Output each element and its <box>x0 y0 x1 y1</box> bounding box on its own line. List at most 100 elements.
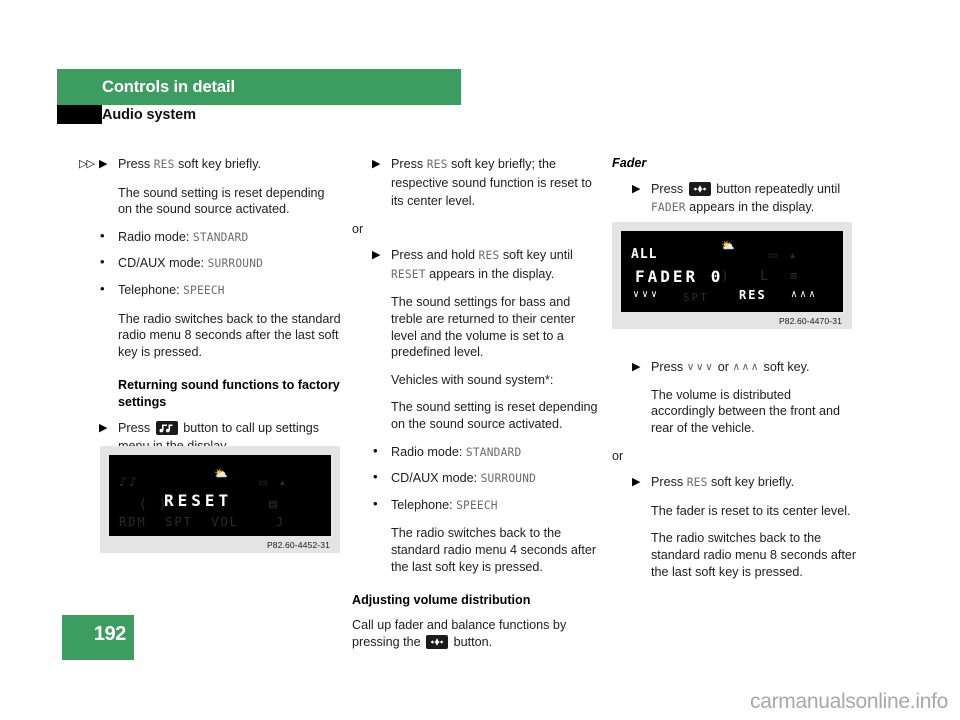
bullet-lcd-value: SPEECH <box>183 283 225 297</box>
section-title: Audio system <box>102 107 196 123</box>
step-text: Press RES soft key briefly. <box>651 475 794 489</box>
lcd-token-res: RES <box>686 476 708 490</box>
display-ghost-segments: ) L ≡ <box>721 269 800 284</box>
middle-column: ▶ Press RES soft key briefly; the respec… <box>352 155 598 661</box>
lcd-token-reset: RESET <box>391 267 426 281</box>
step-text-after: soft key briefly. <box>707 475 795 490</box>
bullet-label: Telephone: <box>118 282 184 297</box>
display-ghost-segments: ▤ <box>269 497 279 512</box>
continuation-arrows-icon: ▷▷ <box>79 158 95 170</box>
step-text-before: Press <box>651 475 687 490</box>
bullet-lcd-value: SURROUND <box>207 257 264 271</box>
step-press-res-brief-center: ▶ Press RES soft key briefly; the respec… <box>352 155 598 210</box>
paragraph-sound-system-note: Vehicles with sound system*: <box>391 372 554 387</box>
fader-balance-button-icon <box>426 634 449 649</box>
step-arrow-icon: ▶ <box>99 421 108 434</box>
step-text: Press ∨∨∨ or ∧∧∧ soft key. <box>651 360 810 374</box>
figure-caption: P82.60-4452-31 <box>266 540 330 550</box>
bullet-label: Radio mode: <box>391 444 466 459</box>
step-text-after: appears in the display. <box>425 266 555 281</box>
figure-fader-display: ⛅ ▭ ▴ ) L ≡ SPT ALL FADER 0 ∨∨∨ RES ∧∧∧ … <box>612 222 852 329</box>
step-text-before: Press and hold <box>391 248 479 263</box>
paragraph-volume-distribution: The volume is distributed accordingly be… <box>651 387 841 435</box>
paragraph-radio-timeout: The radio switches back to the standard … <box>118 311 341 359</box>
step-arrow-icon: ▶ <box>372 249 381 262</box>
display-ghost-segments: ⛅ <box>721 239 737 252</box>
figure-caption: P82.60-4470-31 <box>778 316 842 326</box>
page-number-box: 192 <box>62 615 134 660</box>
display-ghost-segments: ⛅ <box>214 467 230 480</box>
list-item: Radio mode: STANDARD <box>79 228 341 247</box>
bullet-lcd-value: STANDARD <box>465 445 522 459</box>
figure-reset-display: ♪♪ ⛅ ▭ ▴ ( ) ▤ RDM SPT VOL J RESET P82.6… <box>100 446 340 553</box>
paragraph-radio-timeout: The radio switches back to the standard … <box>651 531 857 579</box>
step-text-after: soft key. <box>760 359 810 374</box>
display-softkey-down: ∨∨∨ <box>633 289 661 300</box>
display-ghost-segments: ♪♪ <box>119 475 139 490</box>
bullet-lcd-value: STANDARD <box>192 230 249 244</box>
display-ghost-segments: ▭ ▴ <box>259 475 289 490</box>
sound-settings-button-icon <box>155 420 178 435</box>
step-arrow-icon: ▶ <box>99 158 108 170</box>
heading-returning-sound-functions: Returning sound functions to factory set… <box>118 378 340 409</box>
bullet-lcd-value: SPEECH <box>456 498 498 512</box>
list-item: Telephone: SPEECH <box>352 496 598 515</box>
step-text-mid: button repeatedly until <box>712 182 841 197</box>
step-press-hold-res: ▶ Press and hold RES soft key until RESE… <box>352 246 598 283</box>
step-text-mid: or <box>714 359 733 374</box>
paragraph-fader-reset: The fader is reset to its center level. <box>651 503 851 518</box>
list-item: CD/AUX mode: SURROUND <box>79 254 341 273</box>
bullet-label: CD/AUX mode: <box>118 256 208 271</box>
step-text: Press and hold RES soft key until RESET … <box>391 248 573 281</box>
display-softkey-res: RES <box>739 288 767 302</box>
paragraph-sound-reset-source: The sound setting is reset depending on … <box>391 400 598 431</box>
softkey-down-glyph-icon: ∨∨∨ <box>686 360 715 373</box>
step-text-before: Press <box>651 359 687 374</box>
step-text-after: appears in the display. <box>685 200 815 215</box>
paragraph-sound-reset: The sound setting is reset depending on … <box>118 185 325 217</box>
bullet-label: Radio mode: <box>118 229 193 244</box>
bullet-lcd-value: SURROUND <box>480 472 537 486</box>
step-text-before: Press <box>118 420 154 435</box>
fader-balance-button-icon <box>688 182 711 197</box>
step-arrow-icon: ▶ <box>632 183 641 196</box>
display-text-all: ALL <box>631 247 658 262</box>
display-softkey-up: ∧∧∧ <box>791 289 819 300</box>
left-column: ▷▷ ▶ Press RES soft key briefly. The sou… <box>79 155 341 466</box>
step-press-fader-softkeys: ▶ Press ∨∨∨ or ∧∧∧ soft key. <box>612 358 858 376</box>
paragraph-fader-balance: Call up fader and balance functions by p… <box>352 617 598 650</box>
step-text-before: Press <box>391 157 427 171</box>
lcd-token-res: RES <box>153 158 175 171</box>
paragraph-text-after: button. <box>450 634 493 649</box>
display-ghost-segments: ▭ ▴ <box>769 248 799 263</box>
bullet-label: CD/AUX mode: <box>391 471 481 486</box>
lcd-token-res: RES <box>478 249 500 263</box>
step-press-res-brief-fader: ▶ Press RES soft key briefly. <box>612 473 858 492</box>
list-item: CD/AUX mode: SURROUND <box>352 469 598 488</box>
right-column: Fader ▶ Press button repeatedly until FA… <box>612 155 858 591</box>
display-text-fader-value: FADER 0 <box>635 267 724 286</box>
chapter-header-bar: Controls in detail <box>57 69 461 105</box>
lcd-token-fader: FADER <box>651 201 686 215</box>
step-press-res-brief: ▷▷ ▶ Press RES soft key briefly. <box>79 155 341 174</box>
page-number: 192 <box>93 623 127 645</box>
chapter-title: Controls in detail <box>102 78 235 96</box>
display-ghost-segments: SPT <box>683 291 709 304</box>
lcd-token-res: RES <box>426 158 448 171</box>
step-text-mid: soft key until <box>499 248 573 263</box>
display-text-reset: RESET <box>164 491 233 510</box>
list-item: Radio mode: STANDARD <box>352 443 598 462</box>
list-item: Telephone: SPEECH <box>79 281 341 300</box>
step-text-after: soft key briefly. <box>174 157 262 171</box>
heading-fader: Fader <box>612 156 647 170</box>
step-text: Press RES soft key briefly; the respecti… <box>391 157 592 208</box>
step-arrow-icon: ▶ <box>632 476 641 489</box>
conjunction-or: or <box>612 448 624 463</box>
display-ghost-segments: RDM SPT VOL J <box>119 515 286 529</box>
section-tab-marker <box>57 105 102 124</box>
step-text: Press button repeatedly until FADER appe… <box>651 182 840 214</box>
radio-display-screen: ⛅ ▭ ▴ ) L ≡ SPT ALL FADER 0 ∨∨∨ RES ∧∧∧ <box>621 231 843 312</box>
radio-display-screen: ♪♪ ⛅ ▭ ▴ ( ) ▤ RDM SPT VOL J RESET <box>109 455 331 536</box>
softkey-up-glyph-icon: ∧∧∧ <box>732 360 761 373</box>
step-text-before: Press <box>118 157 154 171</box>
